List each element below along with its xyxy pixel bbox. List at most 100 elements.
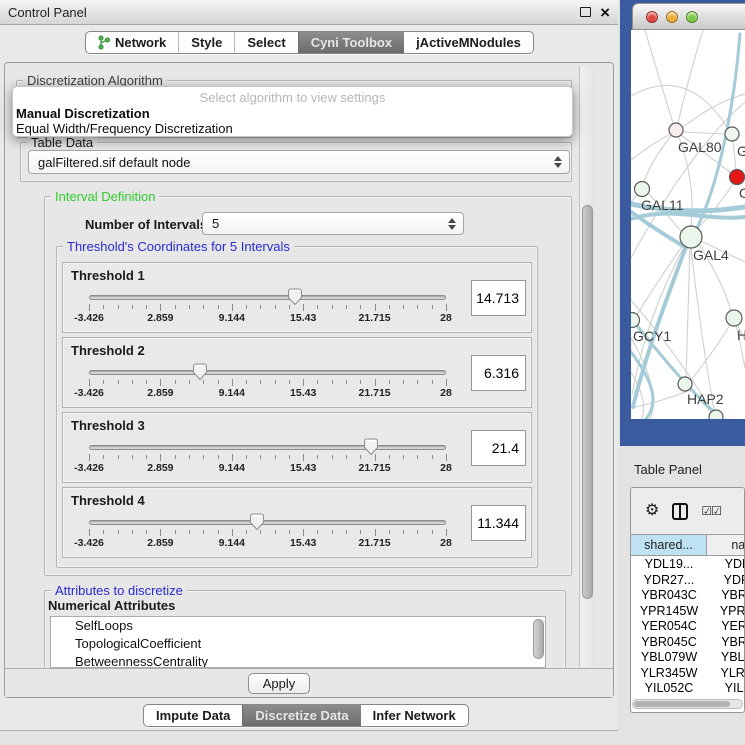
attribute-list-item[interactable]: TopologicalCoefficient — [51, 635, 545, 653]
network-window-titlebar[interactable] — [632, 3, 745, 30]
network-node[interactable] — [678, 377, 692, 391]
slider-track[interactable] — [89, 520, 446, 525]
num-intervals-combobox[interactable]: 5 — [202, 212, 464, 235]
tab-impute-data[interactable]: Impute Data — [144, 705, 242, 726]
table-hscrollbar-thumb[interactable] — [634, 701, 730, 707]
cell-shared-name[interactable]: YER054C — [631, 619, 707, 635]
table-row[interactable]: YIL052CYIL052C — [631, 681, 745, 697]
tab-style[interactable]: Style — [178, 32, 234, 53]
network-edge[interactable] — [645, 30, 673, 123]
table-row[interactable]: YDR27...YDR27... — [631, 573, 745, 589]
cell-shared-name[interactable]: YDL19... — [631, 557, 707, 573]
cell-shared-name[interactable]: YDR27... — [631, 573, 707, 589]
attribute-list-item[interactable]: SelfLoops — [51, 617, 545, 635]
listbox-scrollbar[interactable] — [533, 619, 544, 659]
tab-network[interactable]: Network — [86, 32, 178, 53]
tick-mark — [346, 380, 347, 384]
slider-thumb[interactable] — [192, 363, 208, 381]
network-node[interactable] — [680, 226, 702, 248]
column-header-shared-name[interactable]: shared... — [631, 535, 707, 555]
attributes-listbox[interactable]: SelfLoopsTopologicalCoefficientBetweenne… — [50, 616, 546, 668]
table-row[interactable]: YBR043CYBR043C — [631, 588, 745, 604]
network-edge[interactable] — [631, 195, 637, 202]
dropdown-item-manual-discretization[interactable]: Manual Discretization — [13, 106, 572, 121]
slider-thumb[interactable] — [363, 438, 379, 456]
cell-name[interactable]: YPR145W — [707, 604, 745, 620]
cell-name[interactable]: YLR345W — [707, 666, 745, 682]
table-row[interactable]: YLR345WYLR345W — [631, 666, 745, 682]
network-edge[interactable] — [691, 248, 714, 410]
table-row[interactable]: YBL079WYBL079W — [631, 650, 745, 666]
cell-name[interactable]: YDR27... — [707, 573, 745, 589]
slider-thumb[interactable] — [287, 288, 303, 306]
slider-thumb[interactable] — [249, 513, 265, 531]
panel-scrollbar-thumb[interactable] — [582, 205, 593, 599]
network-edge-thick[interactable] — [631, 212, 683, 246]
tab-discretize-data[interactable]: Discretize Data — [242, 705, 360, 726]
column-header-name[interactable]: name — [707, 535, 745, 555]
threshold-value-field[interactable]: 14.713 — [471, 280, 526, 316]
tick-label: 21.715 — [359, 312, 391, 324]
apply-button[interactable]: Apply — [248, 673, 310, 694]
threshold-value-field[interactable]: 11.344 — [471, 505, 526, 541]
network-node[interactable] — [635, 182, 650, 197]
close-traffic-light-icon[interactable] — [646, 11, 658, 23]
table-row[interactable]: YPR145WYPR145W — [631, 604, 745, 620]
tab-infer-network[interactable]: Infer Network — [361, 705, 468, 726]
cell-shared-name[interactable]: YBR043C — [631, 588, 707, 604]
network-edge[interactable] — [631, 391, 688, 408]
network-edge-thick[interactable] — [631, 214, 745, 219]
cell-shared-name[interactable]: YBR045C — [631, 635, 707, 651]
tab-select[interactable]: Select — [234, 32, 297, 53]
cell-shared-name[interactable]: YBL079W — [631, 650, 707, 666]
network-edge[interactable] — [698, 184, 733, 228]
network-edge[interactable] — [733, 141, 736, 170]
table-data-combobox[interactable]: galFiltered.sif default node — [28, 150, 570, 174]
checkbox-pair-icon[interactable]: ☑☑ — [701, 504, 721, 518]
table-row[interactable]: YBR045CYBR045C — [631, 635, 745, 651]
zoom-traffic-light-icon[interactable] — [686, 11, 698, 23]
network-node[interactable] — [726, 310, 742, 326]
network-edge[interactable] — [643, 130, 676, 184]
network-edge[interactable] — [637, 245, 683, 315]
network-edge[interactable] — [686, 248, 690, 377]
tick-label: 15.43 — [290, 462, 316, 474]
slider-track[interactable] — [89, 445, 446, 450]
cell-name[interactable]: YER054C — [707, 619, 745, 635]
cell-shared-name[interactable]: YLR345W — [631, 666, 707, 682]
cell-name[interactable]: YBR045C — [707, 635, 745, 651]
cell-name[interactable]: YBR043C — [707, 588, 745, 604]
network-node[interactable] — [730, 170, 745, 185]
network-node[interactable] — [709, 410, 723, 419]
network-node[interactable] — [669, 123, 683, 137]
network-edge[interactable] — [631, 135, 669, 160]
network-canvas[interactable]: GAL80GACGAL11GAL4GCY1HHAP2 — [631, 30, 745, 419]
cell-name[interactable]: YIL052C — [707, 681, 745, 697]
gear-icon[interactable]: ⚙ — [645, 503, 659, 519]
threshold-value-field[interactable]: 6.316 — [471, 355, 526, 391]
table-row[interactable]: YDL19...YDL19... — [631, 557, 745, 573]
tab-cyni-toolbox[interactable]: Cyni Toolbox — [298, 32, 404, 53]
threshold-value-field[interactable]: 21.4 — [471, 430, 526, 466]
group-title: Threshold's Coordinates for 5 Intervals — [63, 239, 294, 254]
columns-icon[interactable] — [672, 503, 688, 520]
cell-shared-name[interactable]: YIL052C — [631, 681, 707, 697]
network-edge[interactable] — [691, 325, 730, 380]
panel-scrollbar[interactable] — [579, 66, 595, 667]
float-window-icon[interactable] — [580, 7, 591, 17]
minimize-traffic-light-icon[interactable] — [666, 11, 678, 23]
cell-name[interactable]: YDL19... — [707, 557, 745, 573]
tab-jactivemnodules[interactable]: jActiveMNodules — [404, 32, 533, 53]
attribute-list-item[interactable]: BetweennessCentrality — [51, 653, 545, 668]
dropdown-item-equal-width-frequency[interactable]: Equal Width/Frequency Discretization — [13, 121, 572, 136]
network-node[interactable] — [725, 127, 739, 141]
table-row[interactable]: YER054CYER054C — [631, 619, 745, 635]
cell-name[interactable]: YBL079W — [707, 650, 745, 666]
slider-track[interactable] — [89, 295, 446, 300]
close-icon[interactable]: × — [600, 4, 610, 21]
cell-shared-name[interactable]: YPR145W — [631, 604, 707, 620]
slider-track[interactable] — [89, 370, 446, 375]
network-edge[interactable] — [678, 30, 703, 123]
network-edge[interactable] — [682, 132, 726, 134]
table-hscrollbar[interactable] — [632, 699, 743, 709]
